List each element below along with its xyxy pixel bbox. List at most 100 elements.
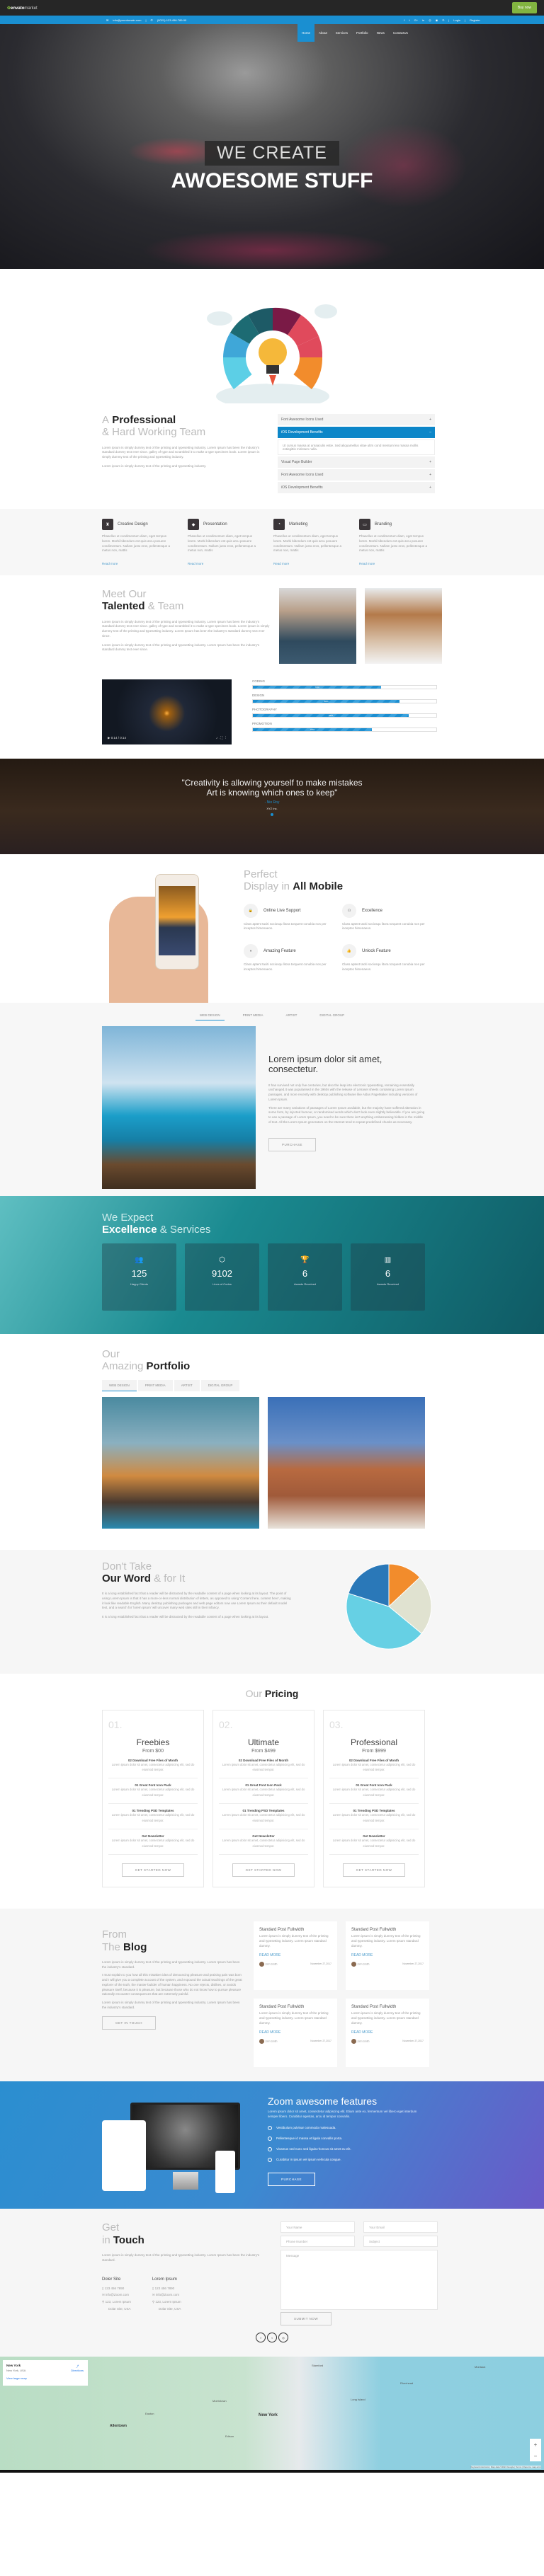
post-title[interactable]: Standard Post Fullwidth (259, 2005, 332, 2009)
tab-print-media[interactable]: PRINT MEDIA (239, 1013, 268, 1020)
get-started-button[interactable]: GET STARTED NOW (232, 1863, 295, 1878)
portfolio-tab-web-design[interactable]: WEB DESIGN (102, 1379, 137, 1391)
arrow-circle-icon (268, 2125, 272, 2130)
read-more-link[interactable]: READ MORE (351, 1953, 424, 1957)
blog-para3: Lorem ipsum is simply dummy text of the … (102, 2001, 240, 2009)
post-excerpt: Lorem ipsum is simply dummy text of the … (259, 2011, 329, 2025)
tab-web-design[interactable]: WEB DESIGN (195, 1013, 225, 1020)
phone-input[interactable]: Phone Number (280, 2236, 355, 2248)
accordion-item[interactable]: Font Awesome Icons Used + (278, 414, 435, 425)
read-more-link[interactable]: READ MORE (259, 1953, 332, 1957)
main-nav: Home About Services Portfolio News Conta… (298, 24, 412, 42)
quote-line2: Art is knowing which ones to keep" (206, 787, 338, 798)
read-more-link[interactable]: Read more (273, 562, 346, 565)
plan-feature: 01 Great Font Icon Pack Lorem ipsum dolor… (329, 1778, 419, 1805)
feature-item: ☊ Excellence Class aptent taciti sociosqu … (342, 903, 428, 932)
portfolio-tab-print-media[interactable]: PRINT MEDIA (137, 1379, 173, 1391)
read-more-link[interactable]: Read more (102, 562, 175, 565)
minus-icon: – (429, 430, 431, 435)
twitter-icon[interactable]: t (409, 18, 410, 22)
phone-icon: ✆ (150, 18, 153, 22)
message-textarea[interactable]: Message (280, 2250, 438, 2311)
linkedin-icon[interactable]: in (422, 18, 424, 22)
dribbble-icon[interactable]: ◉ (436, 18, 438, 22)
pricing-card: 03. Professional From $999 02 Download Fr… (323, 1709, 425, 1888)
accordion-item[interactable]: Font Awesome Icons Used + (278, 469, 435, 481)
video-player[interactable]: ▶ 0:14 / 0:14 ♪ ⛶ ⋮ (102, 679, 232, 744)
pinterest-icon[interactable]: ℗ (442, 18, 444, 22)
nav-news[interactable]: News (373, 24, 389, 42)
tab-artist[interactable]: ARTIST (282, 1013, 302, 1020)
skill-bar: DESIGN 80% (252, 694, 437, 703)
google-map[interactable]: New York New York, USA View larger map ⤴… (0, 2357, 544, 2471)
instagram-icon[interactable]: ◎ (429, 18, 431, 22)
play-icon[interactable]: ▶ (108, 736, 110, 740)
read-more-link[interactable]: Read more (359, 562, 432, 565)
slider-dot[interactable] (271, 812, 273, 816)
topbar-email[interactable]: info@yourdomain.com (113, 18, 141, 22)
view-larger-map-link[interactable]: View larger map (6, 2376, 84, 2380)
directions-link[interactable]: ⤴ Directions (71, 2364, 84, 2372)
accordion-item[interactable]: Visual Page Builder + (278, 456, 435, 468)
blog-title: From The Blog (102, 1928, 147, 1953)
post-title[interactable]: Standard Post Fullwidth (259, 1928, 332, 1932)
google-plus-icon[interactable]: G+ (414, 18, 418, 22)
blog-para2: I must explain to you how all this mista… (102, 1973, 242, 1996)
read-more-link[interactable]: Read more (188, 562, 261, 565)
nav-portfolio[interactable]: Portfolio (352, 24, 373, 42)
purchase-button[interactable]: PURCHASE (268, 2172, 316, 2186)
more-icon[interactable]: ⋮ (225, 736, 226, 740)
envelope-icon: ✉ (102, 2293, 105, 2297)
buy-now-button[interactable]: Buy now (511, 2, 537, 13)
word-section: Don't Take Our Word & for It It is a lon… (0, 1549, 544, 1674)
nav-about[interactable]: About (314, 24, 332, 42)
professional-para2: Lorem ipsum is simply dummy text of the … (102, 464, 207, 468)
instagram-icon[interactable]: ◎ (278, 2333, 288, 2343)
contact-title: Get in Touch (102, 2221, 144, 2246)
fullscreen-icon[interactable]: ⛶ (220, 736, 222, 740)
submit-button[interactable]: SUBMIT NOW (280, 2312, 332, 2326)
login-link[interactable]: Login (453, 18, 460, 22)
post-excerpt: Lorem ipsum is simply dummy text of the … (259, 1934, 329, 1948)
post-title[interactable]: Standard Post Fullwidth (351, 2005, 424, 2009)
get-in-touch-button[interactable]: GET IN TOUCH (102, 2016, 157, 2030)
feature-item: 🔒 Online Live Support Class aptent taciti … (244, 903, 329, 932)
zoom-in-icon[interactable]: + (534, 2442, 538, 2448)
plan-name: Ultimate (247, 1737, 279, 1747)
nav-contact[interactable]: ContactUs (389, 24, 412, 42)
purchase-button[interactable]: PURCHASE (268, 1137, 317, 1151)
envato-logo[interactable]: ✿envatomarket (7, 6, 38, 11)
word-para2: It is a long established fact that a rea… (102, 1615, 269, 1618)
volume-icon[interactable]: ♪ (216, 736, 217, 740)
get-started-button[interactable]: GET STARTED NOW (342, 1863, 406, 1878)
subject-input[interactable]: Subject (363, 2236, 438, 2248)
tab-digital-group[interactable]: DIGITAL GROUP (315, 1013, 348, 1020)
name-input[interactable]: Your Name (280, 2221, 355, 2233)
accordion-item[interactable]: iOS Development Benefits + (278, 482, 435, 493)
register-link[interactable]: Register (470, 18, 480, 22)
map-label: Long Island (351, 2398, 366, 2402)
read-more-link[interactable]: READ MORE (351, 2030, 424, 2035)
email-input[interactable]: Your Email (363, 2221, 438, 2233)
avatar (259, 2038, 264, 2044)
services-section: ♜ Creative Design Phasellus ut condimentu… (0, 509, 544, 575)
portfolio-item[interactable] (268, 1396, 425, 1529)
zoom-out-icon[interactable]: − (534, 2453, 538, 2459)
twitter-icon[interactable]: t (267, 2333, 277, 2343)
post-title[interactable]: Standard Post Fullwidth (351, 1928, 424, 1932)
service-card: ▭ Branding Phasellus ut condimentum diam,… (359, 519, 432, 565)
portfolio-tab-digital-group[interactable]: DIGITAL GROUP (200, 1379, 240, 1391)
testimonial-section: "Creativity is allowing yourself to make… (0, 759, 544, 854)
read-more-link[interactable]: READ MORE (259, 2030, 332, 2035)
plan-feature: Get Newsletter Lorem ipsum dolor sit amet… (219, 1829, 308, 1856)
nav-services[interactable]: Services (332, 24, 352, 42)
portfolio-item[interactable] (102, 1396, 259, 1529)
professional-title: A Professional & Hard Working Team (102, 414, 206, 439)
accordion-item-open[interactable]: iOS Development Benefits – (278, 427, 435, 438)
portfolio-tab-artist[interactable]: ARTIST (174, 1379, 200, 1391)
nav-home[interactable]: Home (298, 24, 315, 42)
get-started-button[interactable]: GET STARTED NOW (121, 1863, 185, 1878)
facebook-icon[interactable]: f (256, 2333, 266, 2343)
video-time: 0:14 / 0:14 (110, 736, 127, 740)
plan-feature: 01 Trending PSD Templates Lorem ipsum dol… (329, 1804, 419, 1830)
